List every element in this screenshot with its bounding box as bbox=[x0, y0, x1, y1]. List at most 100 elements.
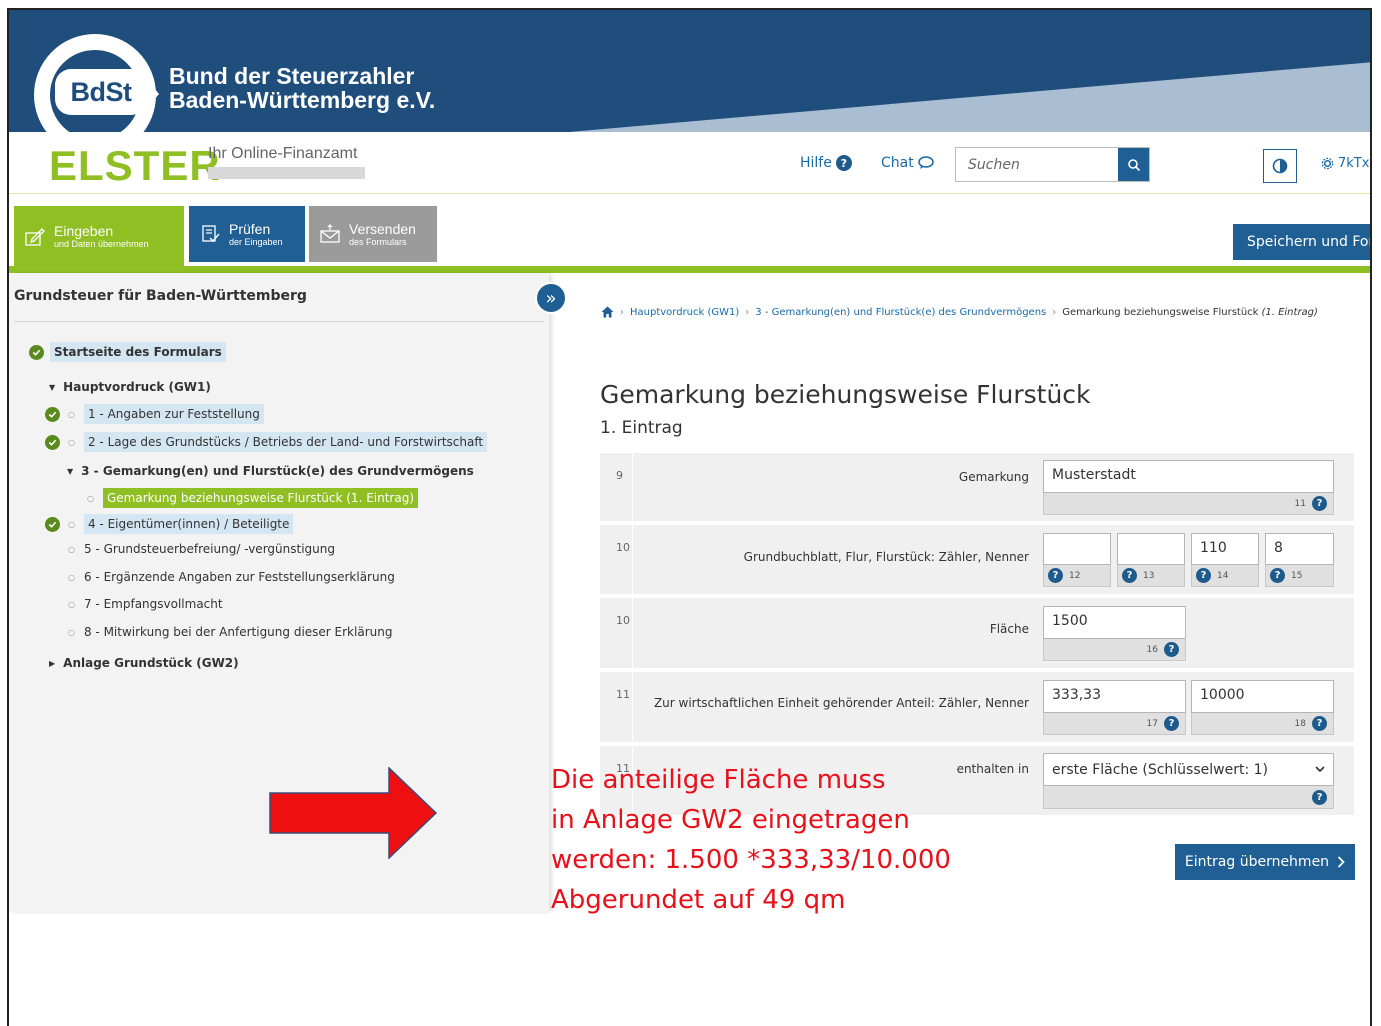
bdst-banner: BdSt Bund der Steuerzahler Baden-Württem… bbox=[9, 10, 1370, 132]
hint-number: 14 bbox=[1217, 570, 1229, 581]
save-and-continue-button[interactable]: Speichern und For bbox=[1233, 224, 1370, 260]
nav-item-2-label: 2 - Lage des Grundstücks / Betriebs der … bbox=[83, 432, 488, 452]
help-icon[interactable]: ? bbox=[1196, 568, 1211, 583]
gemarkung-label: Gemarkung bbox=[958, 470, 1029, 484]
flaeche-input[interactable]: 1500 bbox=[1043, 606, 1186, 639]
breadcrumb-current: Gemarkung beziehungsweise Flurstück bbox=[1062, 306, 1259, 318]
flur-input[interactable] bbox=[1117, 533, 1185, 565]
annotation-line-1: Die anteilige Fläche muss bbox=[551, 765, 886, 795]
nav-item-3[interactable]: ▼ 3 - Gemarkung(en) und Flurstück(e) des… bbox=[67, 464, 474, 478]
grundbuchblatt-hint: ? 12 bbox=[1043, 565, 1111, 587]
check-icon bbox=[45, 406, 60, 422]
help-link[interactable]: Hilfe ? bbox=[800, 155, 852, 171]
check-icon bbox=[29, 344, 44, 360]
nav-item-1-label: 1 - Angaben zur Feststellung bbox=[83, 404, 264, 424]
step-2-title: Prüfen bbox=[229, 220, 271, 237]
breadcrumb: › Hauptvordruck (GW1) › 3 - Gemarkung(en… bbox=[601, 306, 1318, 318]
logo-text: BdSt bbox=[70, 76, 133, 107]
search-button[interactable] bbox=[1118, 148, 1149, 181]
gear-icon bbox=[1321, 157, 1334, 170]
home-icon[interactable] bbox=[601, 306, 614, 318]
nav-item-6[interactable]: ○ 6 - Ergänzende Angaben zur Feststellun… bbox=[66, 570, 395, 584]
bullet-icon: ○ bbox=[68, 437, 75, 447]
check-icon bbox=[45, 434, 60, 450]
step-eingeben[interactable]: Eingeben und Daten übernehmen bbox=[14, 206, 184, 266]
nav-item-1[interactable]: ○ 1 - Angaben zur Feststellung bbox=[45, 404, 264, 424]
nav-anlage[interactable]: ▶ Anlage Grundstück (GW2) bbox=[49, 656, 239, 670]
contrast-toggle[interactable] bbox=[1263, 149, 1297, 183]
nav-item-5[interactable]: ○ 5 - Grundsteuerbefreiung/ -vergünstigu… bbox=[66, 542, 335, 556]
chat-label: Chat bbox=[881, 155, 914, 171]
breadcrumb-separator: › bbox=[745, 306, 750, 318]
step-1-text: Eingeben und Daten übernehmen bbox=[54, 223, 149, 250]
anteil-nenner-input[interactable]: 10000 bbox=[1191, 680, 1334, 713]
row-divider bbox=[632, 525, 633, 594]
bullet-icon: ○ bbox=[68, 627, 75, 637]
nav-item-2[interactable]: ○ 2 - Lage des Grundstücks / Betriebs de… bbox=[45, 432, 488, 452]
breadcrumb-item-1[interactable]: Hauptvordruck (GW1) bbox=[630, 307, 739, 318]
help-icon[interactable]: ? bbox=[1270, 568, 1285, 583]
anteil-nenner-hint: 18 ? bbox=[1191, 713, 1334, 735]
nav-item-6-label: 6 - Ergänzende Angaben zur Feststellungs… bbox=[83, 570, 395, 584]
question-circle-icon: ? bbox=[835, 155, 852, 171]
tagline-placeholder-bar bbox=[208, 167, 365, 179]
double-chevron-icon: » bbox=[545, 287, 557, 309]
gemarkung-hint: 11 ? bbox=[1043, 493, 1334, 515]
flurstueck-zaehler-input[interactable]: 110 bbox=[1191, 533, 1259, 565]
hint-number: 11 bbox=[1294, 498, 1306, 509]
page-title: Gemarkung beziehungsweise Flurstück bbox=[600, 380, 1091, 409]
row-divider bbox=[632, 598, 633, 668]
hint-number: 18 bbox=[1294, 718, 1306, 729]
hint-number: 12 bbox=[1069, 570, 1081, 581]
gemarkung-input[interactable]: Musterstadt bbox=[1043, 460, 1334, 493]
anteil-zaehler-hint: 17 ? bbox=[1043, 713, 1186, 735]
help-icon[interactable]: ? bbox=[1312, 789, 1327, 805]
steps-underline bbox=[9, 266, 1370, 273]
annotation-line-3: werden: 1.500 *333,33/10.000 bbox=[551, 845, 951, 875]
apply-entry-button[interactable]: Eintrag übernehmen bbox=[1175, 844, 1355, 880]
help-icon[interactable]: ? bbox=[1312, 496, 1327, 511]
nav-item-3-sub[interactable]: ○ Gemarkung beziehungsweise Flurstück (1… bbox=[85, 488, 419, 508]
org-line-1: Bund der Steuerzahler bbox=[169, 63, 415, 89]
grundbuchblatt-input[interactable] bbox=[1043, 533, 1111, 565]
breadcrumb-separator: › bbox=[620, 306, 624, 318]
row-number: 11 bbox=[616, 688, 630, 701]
user-menu[interactable]: 7kTx bbox=[1321, 156, 1369, 171]
collapse-sidebar-button[interactable]: » bbox=[535, 282, 567, 314]
nav-item-8[interactable]: ○ 8 - Mitwirkung bei der Anfertigung die… bbox=[66, 625, 392, 639]
breadcrumb-current-suffix: (1. Eintrag) bbox=[1261, 306, 1318, 318]
bullet-icon: ○ bbox=[68, 519, 75, 529]
contrast-icon bbox=[1272, 158, 1288, 174]
anteil-zaehler-input[interactable]: 333,33 bbox=[1043, 680, 1186, 713]
help-icon[interactable]: ? bbox=[1312, 716, 1327, 731]
step-pruefen[interactable]: Prüfen der Eingaben bbox=[189, 206, 305, 262]
pencil-icon bbox=[25, 228, 45, 246]
help-icon[interactable]: ? bbox=[1164, 642, 1179, 657]
nav-start[interactable]: Startseite des Formulars bbox=[29, 342, 226, 362]
search-icon bbox=[1127, 158, 1140, 171]
help-icon[interactable]: ? bbox=[1122, 568, 1137, 583]
user-label: 7kTx bbox=[1338, 156, 1370, 171]
elster-logo[interactable]: ELSTER bbox=[49, 142, 221, 190]
flurstueck-nenner-input[interactable]: 8 bbox=[1265, 533, 1334, 565]
nav-hauptvordruck[interactable]: ▼ Hauptvordruck (GW1) bbox=[49, 380, 211, 394]
step-versenden[interactable]: Versenden des Formulars bbox=[309, 206, 437, 262]
bullet-icon: ○ bbox=[87, 493, 94, 503]
help-icon[interactable]: ? bbox=[1164, 716, 1179, 731]
step-3-text: Versenden des Formulars bbox=[349, 221, 416, 248]
hint-number: 13 bbox=[1143, 570, 1155, 581]
help-icon[interactable]: ? bbox=[1048, 568, 1063, 583]
chat-link[interactable]: Chat bbox=[881, 155, 934, 171]
row-anteil: 11 Zur wirtschaftlichen Einheit gehörend… bbox=[600, 672, 1354, 742]
annotation-line-2: in Anlage GW2 eingetragen bbox=[551, 805, 910, 835]
step-2-text: Prüfen der Eingaben bbox=[229, 221, 283, 248]
nav-item-4[interactable]: ○ 4 - Eigentümer(innen) / Beteiligte bbox=[45, 514, 294, 534]
bullet-icon: ○ bbox=[68, 572, 75, 582]
search-input[interactable] bbox=[956, 148, 1119, 181]
bdst-logo[interactable]: BdSt bbox=[55, 69, 147, 115]
enthalten-in-select[interactable]: erste Fläche (Schlüsselwert: 1) bbox=[1043, 753, 1334, 786]
bullet-icon: ○ bbox=[68, 544, 75, 554]
nav-item-7[interactable]: ○ 7 - Empfangsvollmacht bbox=[66, 597, 223, 611]
breadcrumb-item-2[interactable]: 3 - Gemarkung(en) und Flurstück(e) des G… bbox=[755, 307, 1046, 318]
hint-number: 15 bbox=[1291, 570, 1303, 581]
